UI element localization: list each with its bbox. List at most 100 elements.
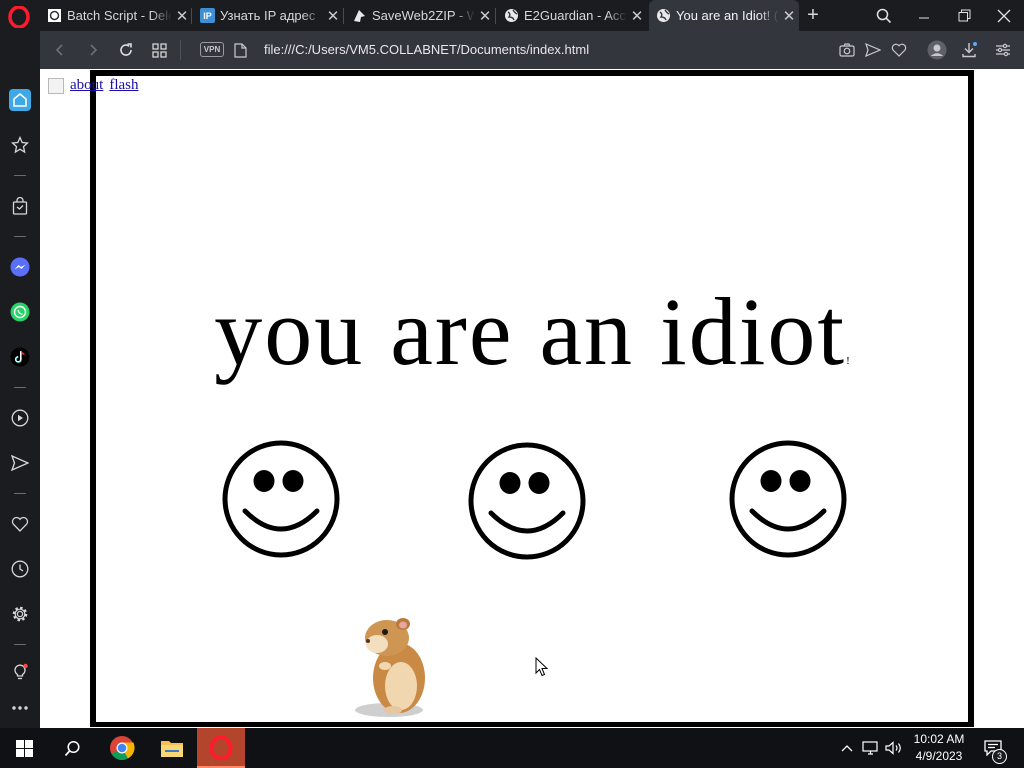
taskbar-chrome[interactable]: [98, 728, 146, 768]
sidebar-item-shopping[interactable]: [9, 195, 31, 217]
search-tabs-button[interactable]: [864, 0, 904, 31]
headline: you are an idiot!: [96, 276, 968, 387]
tab-batch-script[interactable]: Batch Script - Dele ✕: [40, 0, 192, 31]
sidebar-item-history[interactable]: [9, 558, 31, 580]
network-tray-button[interactable]: [861, 728, 881, 768]
tab-separator: [191, 8, 192, 24]
about-link[interactable]: about: [70, 77, 103, 93]
tab-title: Batch Script - Dele: [67, 8, 172, 23]
shopping-bag-icon: [12, 197, 28, 215]
sidebar-item-messenger[interactable]: [9, 256, 31, 278]
opera-logo-icon[interactable]: [8, 6, 30, 28]
close-tab-icon[interactable]: ✕: [627, 7, 647, 25]
sidebar-divider: [14, 175, 26, 176]
tab-title: SaveWeb2ZIP - We: [372, 8, 475, 23]
opera-icon: [209, 736, 233, 760]
tab-saveweb2zip[interactable]: SaveWeb2ZIP - We ✕: [345, 0, 495, 31]
tab-title: You are an Idiot! (: [676, 8, 779, 23]
ip-favicon-icon: IP: [200, 8, 215, 23]
clock-icon: [11, 560, 29, 578]
sidebar-item-home[interactable]: [9, 89, 31, 111]
tab-ip-address[interactable]: IP Узнать IP адрес ✕: [193, 0, 343, 31]
smiley-face-icon: [729, 440, 847, 558]
taskbar-opera[interactable]: [197, 728, 245, 768]
file-icon: [233, 42, 247, 58]
back-arrow-icon: [55, 44, 63, 56]
headline-suffix: !: [846, 355, 850, 367]
downloads-button[interactable]: [959, 40, 979, 60]
new-tab-button[interactable]: +: [802, 4, 824, 26]
page-info-button[interactable]: [230, 40, 250, 60]
tab-separator: [495, 8, 496, 24]
sidebar-item-player[interactable]: [9, 407, 31, 429]
player-icon: [11, 409, 29, 427]
sidebar-item-whatsapp[interactable]: [9, 301, 31, 323]
sidebar-more-button[interactable]: [9, 697, 31, 719]
taskbar-clock[interactable]: 10:02 AM 4/9/2023: [904, 731, 974, 765]
show-hidden-icons-button[interactable]: [838, 728, 856, 768]
sidebar-item-tips[interactable]: [9, 661, 31, 683]
flash-link[interactable]: flash: [109, 77, 138, 93]
messenger-icon: [10, 257, 30, 277]
sidebar-item-bookmarks[interactable]: [9, 513, 31, 535]
sidebar-divider: [14, 387, 26, 388]
svg-text:IP: IP: [203, 11, 212, 21]
headline-text: you are an idiot: [214, 278, 847, 385]
sidebar-divider: [14, 493, 26, 494]
globe-icon: [504, 8, 519, 23]
vpn-badge[interactable]: VPN: [200, 42, 224, 57]
restore-button[interactable]: [944, 0, 984, 31]
heart-icon: [891, 43, 907, 57]
page-viewport: you are an idiot! about flash: [40, 69, 1024, 728]
bookmark-button[interactable]: [889, 40, 909, 60]
close-tab-icon[interactable]: ✕: [323, 7, 343, 25]
close-tab-icon[interactable]: ✕: [779, 7, 799, 25]
sidebar-item-flow[interactable]: [9, 452, 31, 474]
send-button[interactable]: [863, 40, 883, 60]
search-icon: [876, 8, 892, 23]
network-icon: [862, 741, 878, 755]
easy-setup-button[interactable]: [993, 40, 1013, 60]
url-field[interactable]: file:///C:/Users/VM5.COLLABNET/Documents…: [264, 42, 589, 57]
settings-sliders-icon: [996, 43, 1010, 57]
reload-button[interactable]: [116, 40, 136, 60]
profile-button[interactable]: [926, 39, 948, 61]
tab-grid-button[interactable]: [149, 40, 169, 60]
toolbar-divider: [180, 40, 181, 60]
address-toolbar: VPN file:///C:/Users/VM5.COLLABNET/Docum…: [40, 31, 1024, 69]
send-icon: [865, 43, 881, 57]
close-tab-icon[interactable]: ✕: [475, 7, 495, 25]
broken-image-icon: [48, 78, 64, 94]
top-links: about flash: [70, 77, 145, 94]
close-tab-icon[interactable]: ✕: [172, 7, 192, 25]
dancing-hamster-image: [355, 618, 425, 717]
sidebar-item-speed-dial[interactable]: [9, 134, 31, 156]
lightbulb-icon: [14, 663, 28, 680]
clock-date: 4/9/2023: [915, 749, 963, 763]
send-icon: [11, 455, 29, 471]
minimize-button[interactable]: [904, 0, 944, 31]
sidebar-item-tiktok[interactable]: [9, 346, 31, 368]
tab-title: E2Guardian - Acce: [524, 8, 627, 23]
start-button[interactable]: [0, 728, 48, 768]
tab-e2guardian[interactable]: E2Guardian - Acce ✕: [497, 0, 647, 31]
sidebar-divider: [14, 644, 26, 645]
smiley-face-icon: [468, 442, 586, 560]
globe-icon: [656, 8, 671, 23]
forward-arrow-icon: [90, 44, 98, 56]
snapshot-button[interactable]: [837, 40, 857, 60]
tab-you-are-an-idiot[interactable]: You are an Idiot! ( ✕: [649, 0, 799, 31]
forward-button[interactable]: [83, 40, 103, 60]
camera-icon: [839, 43, 855, 57]
reload-icon: [120, 43, 132, 56]
volume-tray-button[interactable]: [884, 728, 904, 768]
tiktok-icon: [10, 347, 30, 367]
sidebar-item-settings[interactable]: [9, 603, 31, 625]
grid-icon: [151, 42, 167, 58]
taskbar-file-explorer[interactable]: [148, 728, 196, 768]
close-icon: [997, 9, 1011, 22]
taskbar-search-button[interactable]: [48, 728, 96, 768]
close-window-button[interactable]: [984, 0, 1024, 31]
windows-taskbar: 10:02 AM 4/9/2023 3: [0, 728, 1024, 768]
back-button[interactable]: [50, 40, 70, 60]
